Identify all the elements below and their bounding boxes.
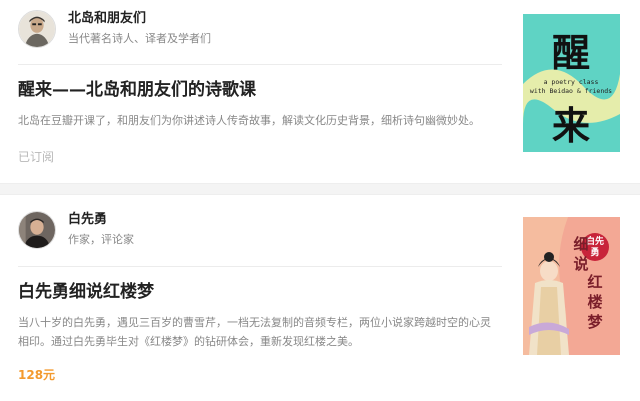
course-description: 当八十岁的白先勇，遇见三百岁的曹雪芹，一档无法复制的音频专栏，两位小说家跨越时空… [18, 316, 491, 348]
course-price: 128元 [18, 368, 56, 382]
cover-title-char: 说 [573, 255, 588, 273]
author-row[interactable]: 白先勇 作家，评论家 [18, 211, 134, 249]
course-cover-image[interactable]: 白先 勇 细 说 红 楼 梦 [523, 217, 620, 355]
cover-char-bottom: 来 [552, 104, 590, 148]
avatar[interactable] [18, 10, 56, 48]
author-row[interactable]: 北岛和朋友们 当代著名诗人、译者及学者们 [18, 10, 211, 48]
cover-seal-text-2: 勇 [590, 247, 599, 258]
cover-seal-text-1: 白先 [586, 235, 604, 247]
course-title[interactable]: 醒来——北岛和朋友们的诗歌课 [18, 78, 256, 102]
course-title[interactable]: 白先勇细说红楼梦 [18, 280, 154, 304]
cover-title-char: 细 [573, 235, 588, 253]
cover-subtitle-line1: a poetry class [544, 78, 599, 86]
course-cover-image[interactable]: 醒 a poetry class with Beidao & friends 来 [523, 14, 620, 152]
author-description: 作家，评论家 [68, 233, 134, 246]
avatar[interactable] [18, 211, 56, 249]
course-card-beidao[interactable]: 北岛和朋友们 当代著名诗人、译者及学者们 醒来——北岛和朋友们的诗歌课 北岛在豆… [0, 0, 640, 183]
course-card-baixianyong[interactable]: 白先勇 作家，评论家 白先勇细说红楼梦 当八十岁的白先勇，遇见三百岁的曹雪芹，一… [0, 195, 640, 401]
cover-subtitle-line2: with Beidao & friends [530, 87, 612, 95]
cover-char-top: 醒 [552, 31, 590, 75]
author-name[interactable]: 北岛和朋友们 [68, 10, 211, 28]
author-name[interactable]: 白先勇 [68, 211, 134, 229]
divider [18, 266, 502, 267]
cover-title-char: 梦 [587, 313, 603, 331]
subscribed-status: 已订阅 [18, 150, 55, 164]
cover-title-char: 楼 [587, 293, 602, 311]
divider [18, 64, 502, 65]
cover-title-char: 红 [587, 273, 602, 291]
author-description: 当代著名诗人、译者及学者们 [68, 32, 211, 45]
course-description: 北岛在豆瓣开课了，和朋友们为你讲述诗人传奇故事，解读文化历史背景，细析诗句幽微妙… [18, 114, 480, 127]
card-separator [0, 183, 640, 195]
